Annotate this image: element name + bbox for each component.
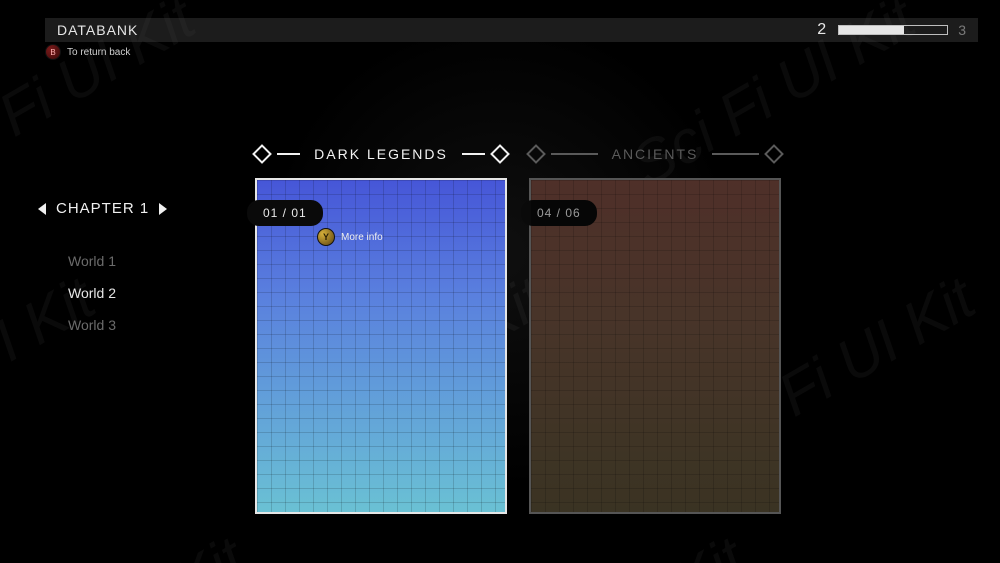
progress-bar [838,25,948,35]
back-hint: B To return back [45,44,130,60]
page-title: DATABANK [57,22,811,38]
sidebar: CHAPTER 1 World 1World 2World 3 [30,200,210,341]
chapter-prev-arrow-icon[interactable] [38,203,46,215]
databank-card[interactable]: ANCIENTS 04 / 06 [529,142,781,514]
diamond-icon [526,144,546,164]
watermark-text: Sci Fi UI Kit [450,523,756,563]
card-body[interactable]: 01 / 01YMore info [255,178,507,514]
dim-overlay [531,180,779,512]
chapter-selector: CHAPTER 1 [30,200,210,217]
more-info-hint: Y More info [317,228,383,246]
b-button-icon[interactable]: B [45,44,61,60]
heading-line [462,153,485,155]
chapter-label: CHAPTER 1 [56,200,149,217]
heading-line [277,153,300,155]
databank-card[interactable]: DARK LEGENDS01 / 01YMore info [255,142,507,514]
card-body[interactable]: 04 / 06 [529,178,781,514]
more-info-label: More info [341,232,383,243]
header-bar: DATABANK 2 3 [45,18,978,42]
world-item[interactable]: World 1 [30,245,210,277]
card-row: DARK LEGENDS01 / 01YMore infoANCIENTS04 … [255,142,781,514]
y-button-icon[interactable]: Y [317,228,335,246]
progress-total: 3 [958,22,966,38]
world-list: World 1World 2World 3 [30,245,210,341]
heading-line [551,153,598,155]
count-badge: 01 / 01 [247,200,323,226]
chapter-next-arrow-icon[interactable] [159,203,167,215]
world-item[interactable]: World 3 [30,309,210,341]
card-title: ANCIENTS [606,146,705,162]
world-item[interactable]: World 2 [30,277,210,309]
diamond-icon [764,144,784,164]
diamond-icon [490,144,510,164]
watermark-text: Sci Fi UI Kit [0,523,256,563]
progress-current: 2 [817,21,826,39]
card-heading: DARK LEGENDS [255,142,507,166]
diamond-icon [252,144,272,164]
card-title: DARK LEGENDS [308,146,454,162]
progress-fill [839,26,904,34]
back-label: To return back [67,47,130,58]
heading-line [712,153,759,155]
card-heading: ANCIENTS [529,142,781,166]
